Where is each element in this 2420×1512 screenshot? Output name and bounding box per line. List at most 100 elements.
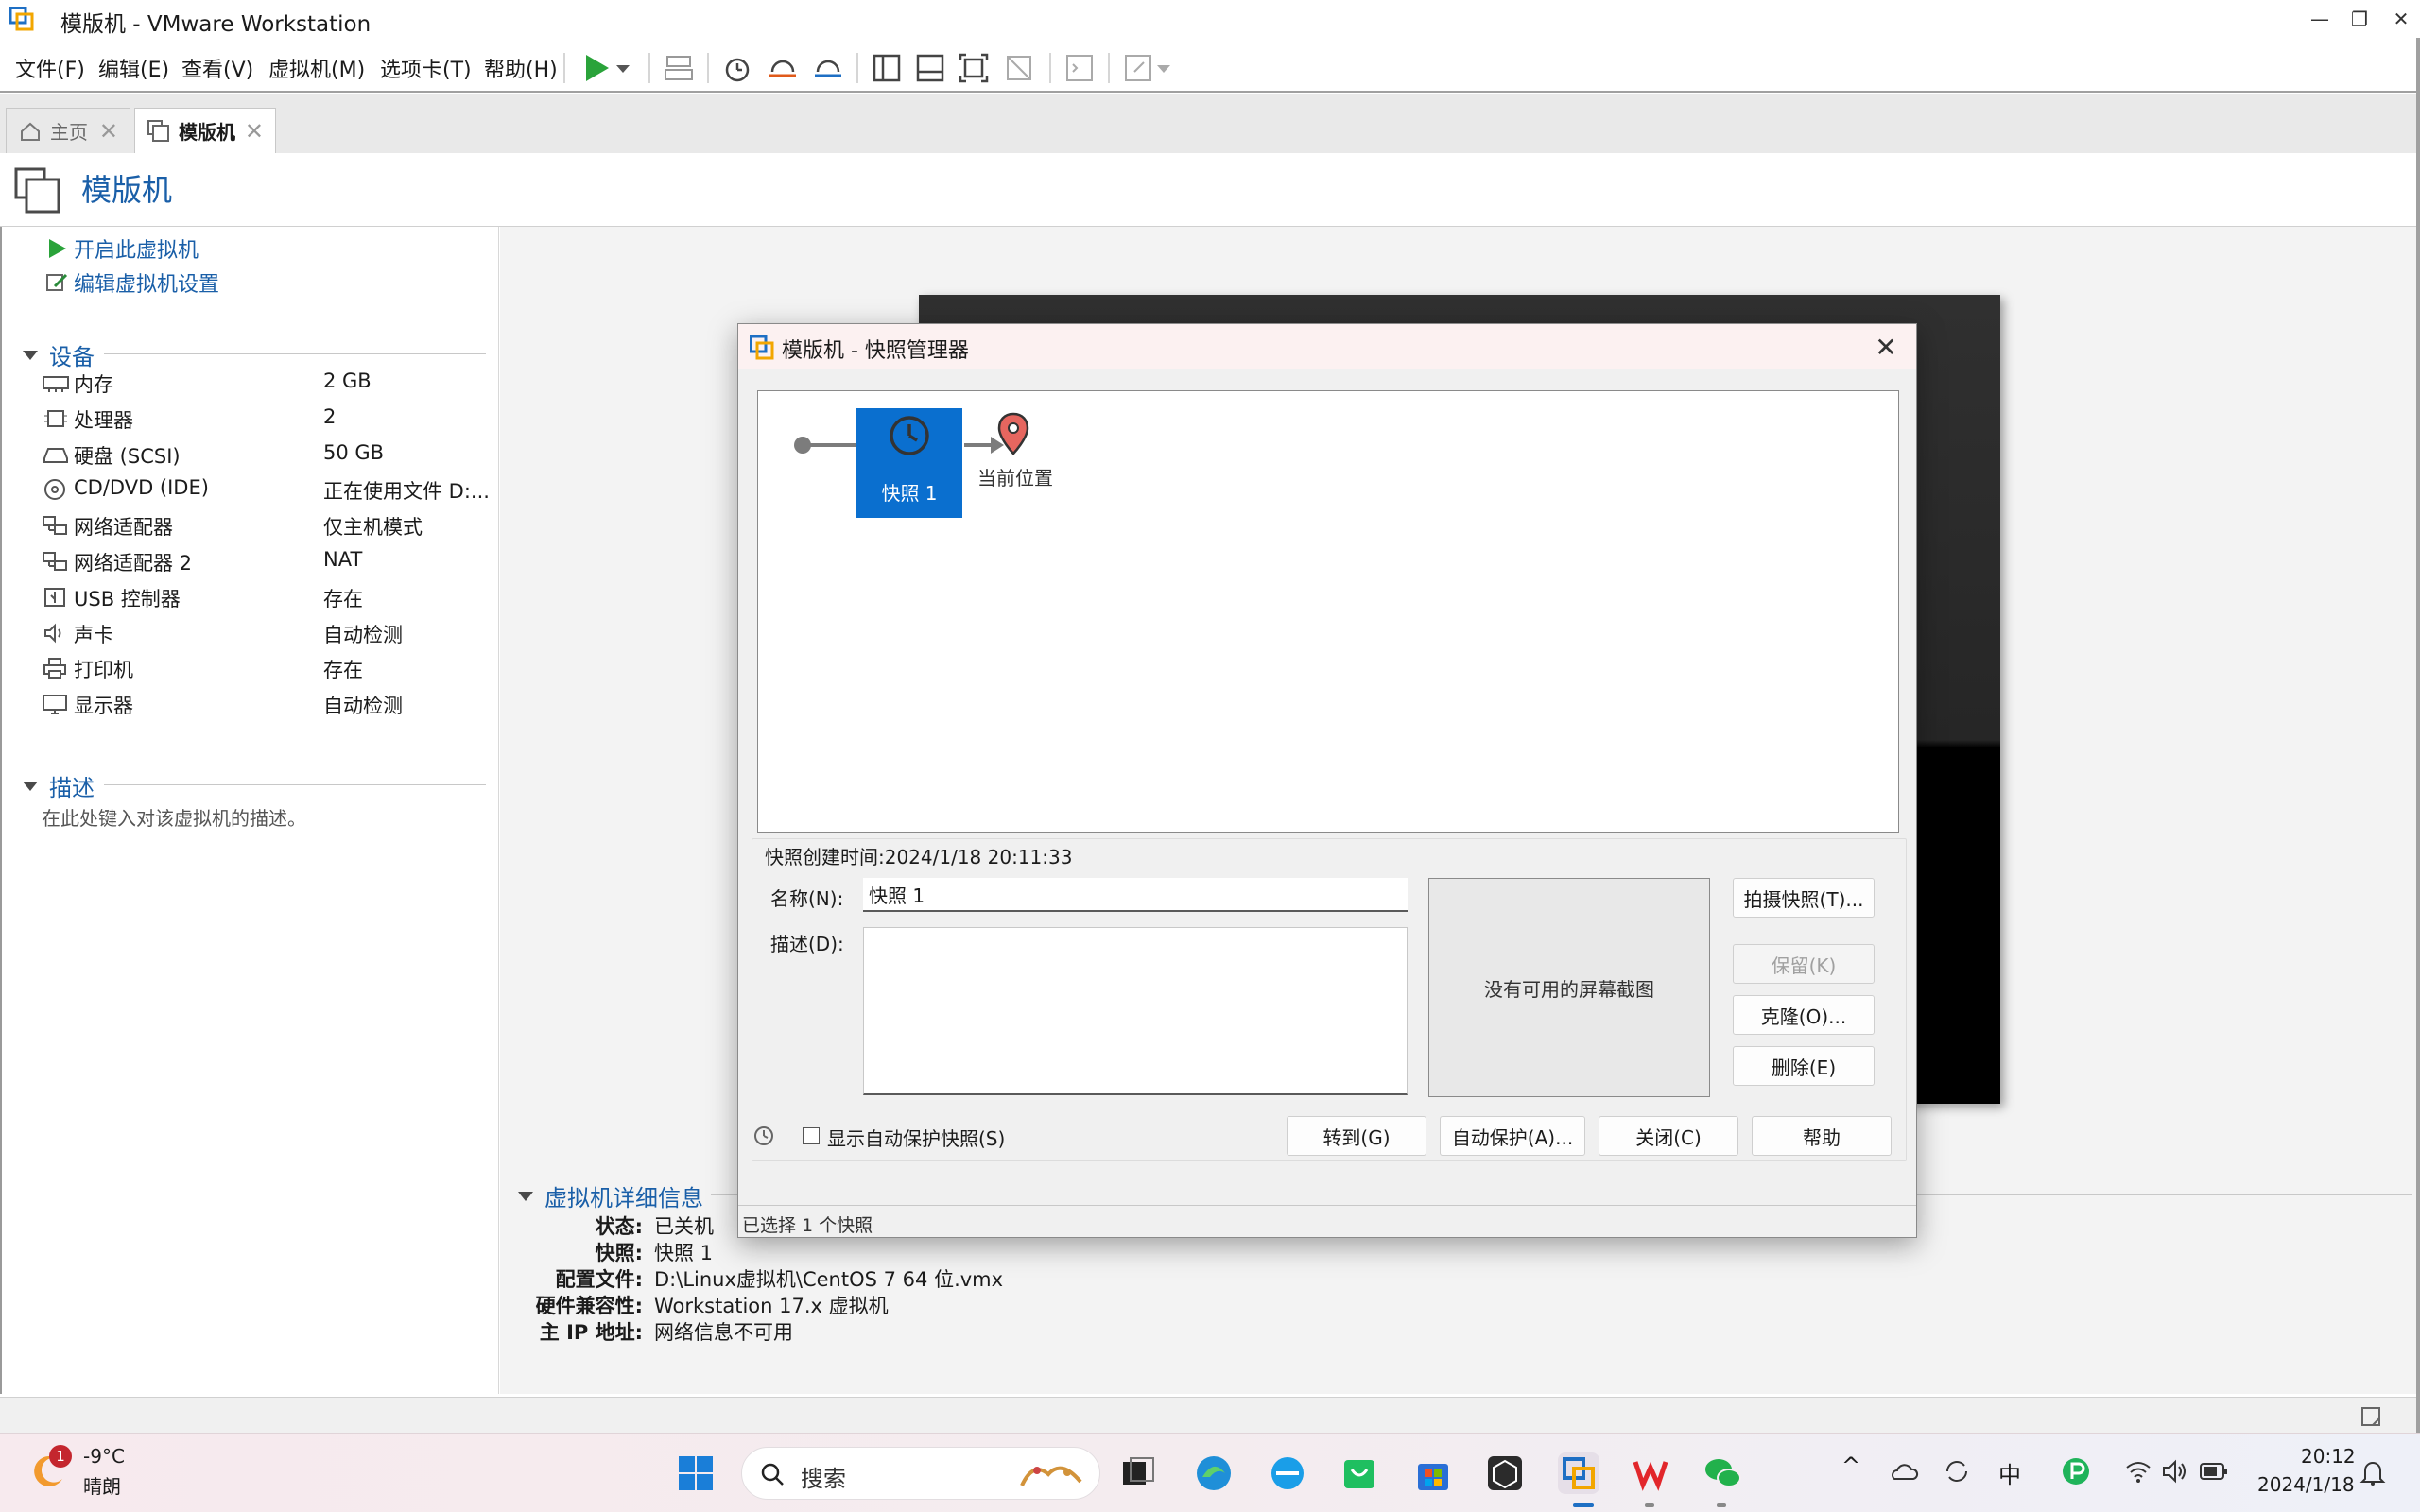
device-name: 网络适配器 2 bbox=[74, 552, 193, 575]
menu-edit[interactable]: 编辑(E) bbox=[98, 53, 169, 83]
menu-view[interactable]: 查看(V) bbox=[182, 53, 253, 83]
device-name: 内存 bbox=[74, 373, 113, 396]
start-menu-icon[interactable] bbox=[675, 1452, 717, 1494]
thumbnail-view-icon[interactable] bbox=[913, 51, 947, 85]
edit-settings-action[interactable]: 编辑虚拟机设置 bbox=[45, 266, 219, 299]
power-on-action[interactable]: 开启此虚拟机 bbox=[45, 232, 199, 265]
device-value: 存在 bbox=[323, 659, 363, 682]
snapshot-tree[interactable]: 快照 1 当前位置 bbox=[757, 390, 1899, 833]
message-log-icon[interactable] bbox=[2360, 1405, 2382, 1428]
device-row[interactable]: 网络适配器 2 NAT bbox=[42, 545, 486, 577]
wps-office-icon[interactable] bbox=[1630, 1452, 1671, 1494]
sync-icon[interactable] bbox=[1942, 1456, 1972, 1486]
fullscreen-icon[interactable] bbox=[957, 51, 991, 85]
power-on-icon[interactable] bbox=[580, 51, 614, 85]
delete-button[interactable]: 删除(E) bbox=[1733, 1046, 1875, 1086]
revert-snapshot-icon[interactable] bbox=[766, 51, 800, 85]
device-row[interactable]: 显示器 自动检测 bbox=[42, 688, 486, 720]
wechat-icon[interactable] bbox=[1702, 1452, 1743, 1494]
device-row[interactable]: USB 控制器 存在 bbox=[42, 581, 486, 613]
description-section-toggle[interactable]: 描述 bbox=[23, 769, 95, 802]
help-button[interactable]: 帮助 bbox=[1752, 1116, 1892, 1156]
tab-bar: 主页 ✕ 模版机 ✕ bbox=[0, 94, 2416, 153]
unity-hub-icon[interactable] bbox=[1484, 1452, 1526, 1494]
current-location-pin-icon[interactable] bbox=[996, 412, 1030, 457]
detail-value: 已关机 bbox=[654, 1215, 714, 1238]
memory-icon bbox=[43, 376, 69, 392]
device-value: 50 GB bbox=[323, 440, 385, 464]
take-snapshot-icon[interactable] bbox=[720, 51, 754, 85]
tab-vm[interactable]: 模版机 ✕ bbox=[134, 108, 276, 153]
device-value: 2 bbox=[323, 404, 337, 428]
battery-icon[interactable] bbox=[2199, 1460, 2229, 1483]
dialog-bottom-row: 显示自动保护快照(S) 转到(G) 自动保护(A)... 关闭(C) 帮助 bbox=[752, 1116, 1907, 1158]
menu-vm[interactable]: 虚拟机(M) bbox=[268, 53, 365, 83]
play-icon bbox=[49, 239, 66, 258]
green-tray-app-icon[interactable] bbox=[2061, 1456, 2091, 1486]
device-row[interactable]: 网络适配器 仅主机模式 bbox=[42, 509, 486, 541]
tab-home[interactable]: 主页 ✕ bbox=[6, 108, 130, 153]
close-button[interactable]: 关闭(C) bbox=[1599, 1116, 1738, 1156]
device-row[interactable]: 声卡 自动检测 bbox=[42, 617, 486, 649]
current-location-label: 当前位置 bbox=[977, 467, 1053, 490]
toolbar-separator bbox=[1049, 53, 1051, 83]
tab-label: 主页 bbox=[50, 121, 88, 144]
snapshot-node[interactable]: 快照 1 bbox=[856, 408, 962, 518]
snapshot-manager-icon[interactable] bbox=[811, 51, 845, 85]
device-row[interactable]: CD/DVD (IDE) 正在使用文件 D:... bbox=[42, 473, 490, 506]
collapse-triangle-icon bbox=[518, 1191, 533, 1201]
autoprotect-button[interactable]: 自动保护(A)... bbox=[1440, 1116, 1585, 1156]
menu-tabs[interactable]: 选项卡(T) bbox=[380, 53, 472, 83]
unity-icon[interactable] bbox=[1002, 51, 1036, 85]
edge-browser-icon[interactable] bbox=[1193, 1452, 1235, 1494]
vmware-taskbar-icon[interactable] bbox=[1558, 1452, 1599, 1494]
take-snapshot-button[interactable]: 拍摄快照(T)... bbox=[1733, 878, 1875, 918]
collapse-triangle-icon bbox=[23, 781, 38, 791]
ie-browser-icon[interactable] bbox=[1267, 1452, 1308, 1494]
device-value: NAT bbox=[323, 548, 363, 571]
clock-date[interactable]: 2024/1/18 bbox=[2257, 1473, 2355, 1496]
sidebar-view-icon[interactable] bbox=[870, 51, 904, 85]
power-dropdown-icon[interactable] bbox=[614, 51, 631, 85]
send-keys-icon[interactable] bbox=[662, 51, 696, 85]
green-app-icon[interactable] bbox=[1339, 1452, 1380, 1494]
edit-settings-label: 编辑虚拟机设置 bbox=[74, 273, 220, 297]
clock-time[interactable]: 20:12 bbox=[2301, 1445, 2356, 1468]
notification-bell-icon[interactable] bbox=[2360, 1458, 2386, 1486]
description-placeholder[interactable]: 在此处键入对该虚拟机的描述。 bbox=[42, 803, 306, 831]
device-value: 自动检测 bbox=[323, 695, 403, 718]
onedrive-icon[interactable] bbox=[1889, 1458, 1919, 1485]
device-row[interactable]: 打印机 存在 bbox=[42, 652, 486, 684]
show-autoprotect-checkbox[interactable] bbox=[803, 1127, 820, 1144]
tab-close-button[interactable]: ✕ bbox=[99, 118, 118, 145]
keep-button[interactable]: 保留(K) bbox=[1733, 944, 1875, 984]
details-section-toggle[interactable]: 虚拟机详细信息 bbox=[518, 1179, 703, 1212]
close-window-button[interactable]: ✕ bbox=[2375, 0, 2420, 38]
taskbar-search[interactable]: 搜索 bbox=[741, 1447, 1100, 1500]
stretch-icon[interactable] bbox=[1121, 51, 1155, 85]
tab-close-button[interactable]: ✕ bbox=[245, 118, 264, 145]
menu-toolbar: 文件(F) 编辑(E) 查看(V) 虚拟机(M) 选项卡(T) 帮助(H) bbox=[0, 42, 2420, 93]
ime-indicator[interactable]: 中 bbox=[1998, 1456, 2021, 1489]
device-row[interactable]: 处理器 2 bbox=[42, 403, 486, 435]
task-view-icon[interactable] bbox=[1117, 1452, 1159, 1494]
volume-icon[interactable] bbox=[2161, 1458, 2187, 1485]
console-icon[interactable] bbox=[1063, 51, 1097, 85]
stretch-dropdown-icon[interactable] bbox=[1155, 51, 1172, 85]
sound-icon bbox=[44, 623, 61, 644]
menu-file[interactable]: 文件(F) bbox=[15, 53, 85, 83]
snapshot-description-input[interactable] bbox=[863, 927, 1408, 1095]
cd-icon bbox=[44, 479, 65, 501]
microsoft-store-icon[interactable] bbox=[1412, 1452, 1454, 1494]
goto-button[interactable]: 转到(G) bbox=[1287, 1116, 1426, 1156]
clone-button[interactable]: 克隆(O)... bbox=[1733, 995, 1875, 1035]
tray-overflow-chevron-icon[interactable]: ^ bbox=[1841, 1452, 1860, 1479]
device-name: 处理器 bbox=[74, 408, 133, 432]
wifi-icon[interactable] bbox=[2125, 1458, 2152, 1485]
dialog-close-button[interactable]: ✕ bbox=[1869, 330, 1903, 364]
detail-key: 配置文件: bbox=[555, 1268, 643, 1291]
device-row[interactable]: 硬盘 (SCSI) 50 GB bbox=[42, 438, 486, 471]
snapshot-name-input[interactable] bbox=[863, 878, 1408, 912]
menu-help[interactable]: 帮助(H) bbox=[484, 53, 558, 83]
device-row[interactable]: 内存 2 GB bbox=[42, 367, 486, 399]
